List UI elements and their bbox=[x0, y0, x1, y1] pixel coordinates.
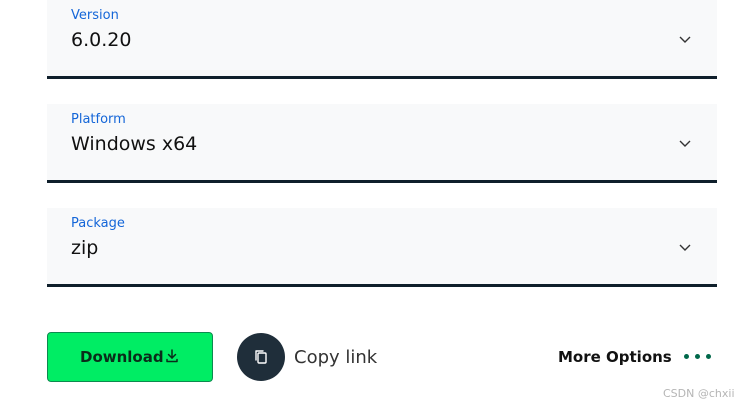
copy-link-circle bbox=[237, 333, 285, 381]
download-label: Download bbox=[80, 348, 164, 366]
download-panel: Version 6.0.20 Platform Windows x64 Pack… bbox=[0, 0, 752, 408]
version-select[interactable]: Version 6.0.20 bbox=[47, 0, 717, 79]
more-options-link[interactable]: More Options bbox=[558, 348, 672, 366]
package-value: zip bbox=[71, 237, 99, 259]
package-select[interactable]: Package zip bbox=[47, 208, 717, 287]
copy-icon bbox=[254, 349, 268, 365]
download-icon bbox=[164, 348, 180, 364]
copy-link-label: Copy link bbox=[294, 347, 378, 368]
dot-icon bbox=[695, 354, 700, 359]
chevron-down-icon[interactable] bbox=[679, 242, 691, 252]
more-dots-icon[interactable] bbox=[684, 354, 712, 360]
copy-link-button[interactable]: Copy link bbox=[237, 332, 387, 382]
version-value: 6.0.20 bbox=[71, 29, 132, 51]
chevron-down-icon[interactable] bbox=[679, 138, 691, 148]
version-label: Version bbox=[71, 8, 119, 23]
package-label: Package bbox=[71, 216, 125, 231]
download-button[interactable]: Download bbox=[47, 332, 213, 382]
chevron-down-icon[interactable] bbox=[679, 34, 691, 44]
platform-value: Windows x64 bbox=[71, 133, 198, 155]
watermark: CSDN @chxii bbox=[663, 387, 735, 400]
dot-icon bbox=[706, 354, 711, 359]
dot-icon bbox=[684, 354, 689, 359]
platform-select[interactable]: Platform Windows x64 bbox=[47, 104, 717, 183]
platform-label: Platform bbox=[71, 112, 126, 127]
